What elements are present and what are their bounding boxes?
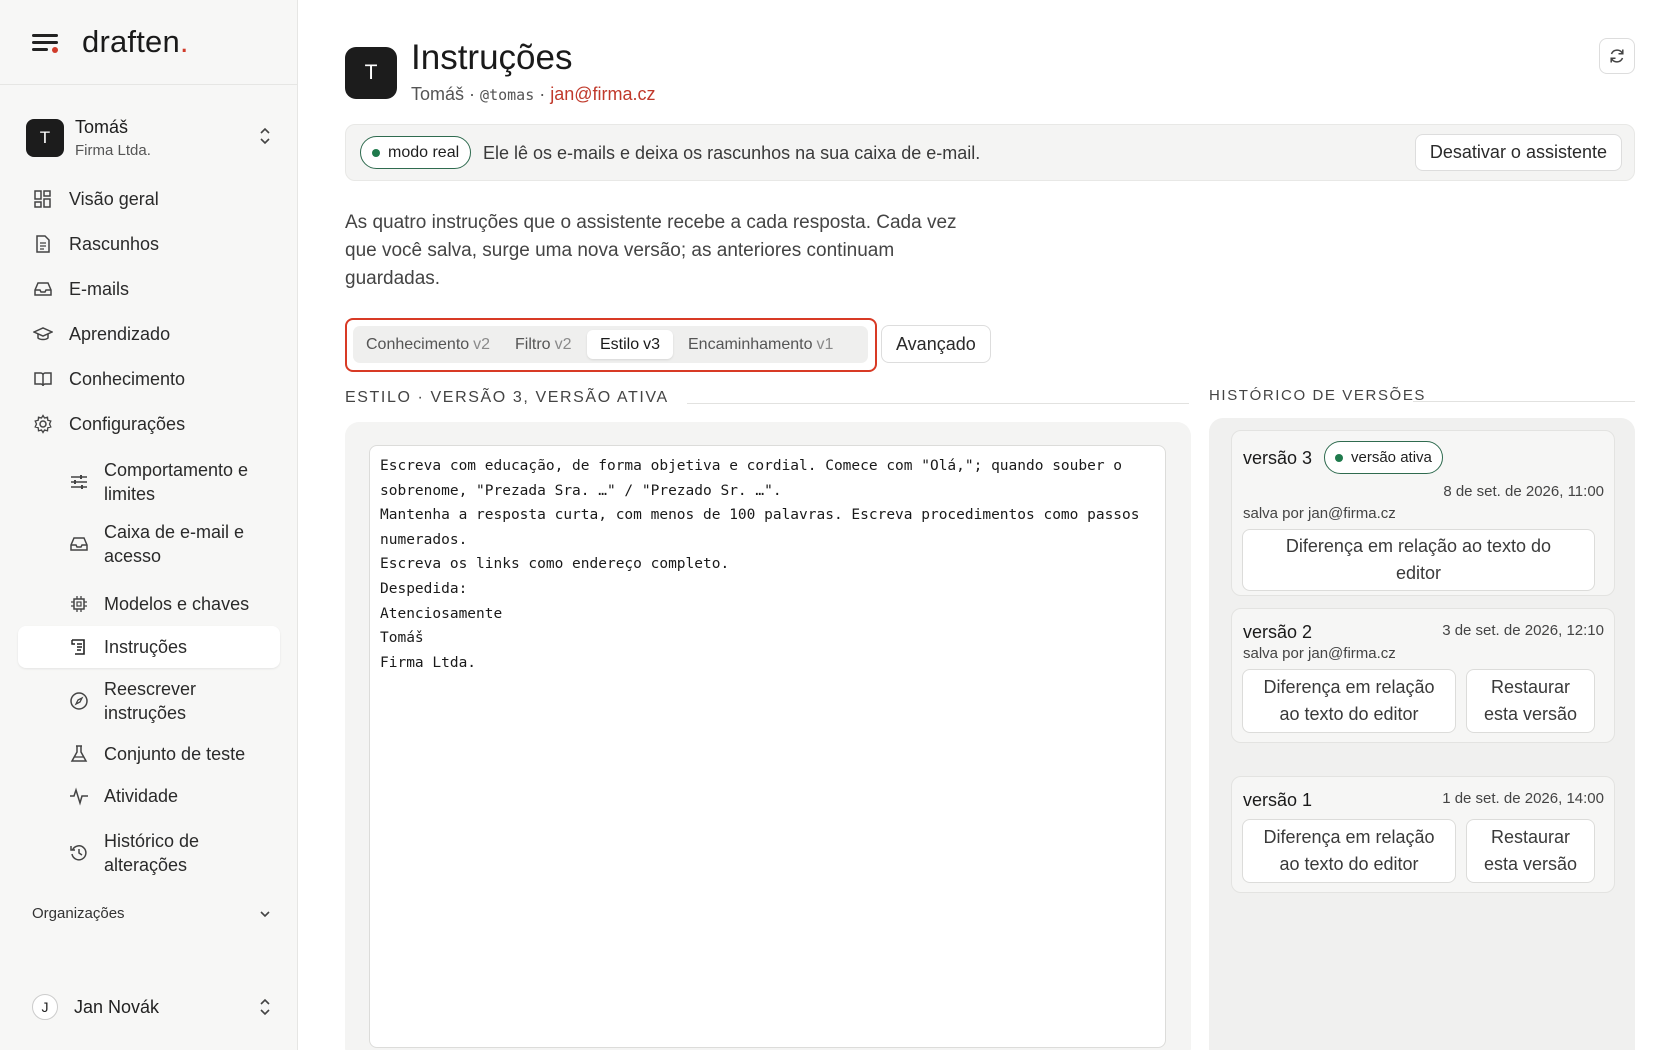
chip-icon	[68, 593, 90, 615]
brand-bar: draften.	[0, 0, 297, 85]
flask-icon	[68, 743, 90, 765]
sidebar: draften. T Tomáš Firma Ltda. Visão geral…	[0, 0, 298, 1050]
sidebar-item-learning[interactable]: Aprendizado	[18, 320, 280, 348]
workspace-avatar: T	[26, 119, 64, 157]
user-name: Jan Novák	[74, 996, 160, 1017]
version-history-panel: versão 3 versão ativa 8 de set. de 2026,…	[1209, 418, 1635, 1050]
chevron-updown-icon	[260, 998, 270, 1016]
sidebar-item-emails[interactable]: E-mails	[18, 275, 280, 303]
restore-version-button[interactable]: Restaurar esta versão	[1466, 669, 1595, 733]
activity-icon	[68, 785, 90, 807]
email-link[interactable]: jan@firma.cz	[550, 84, 655, 104]
sidebar-item-instructions[interactable]: Instruções	[18, 626, 280, 668]
tabs-highlight: Conhecimento v2 Filtro v2 Estilo v3 Encamin…	[345, 318, 877, 372]
workspace-company: Firma Ltda.	[75, 142, 151, 159]
restore-version-button[interactable]: Restaurar esta versão	[1466, 819, 1595, 883]
menu-icon[interactable]	[32, 32, 58, 53]
version-card-2: versão 2 3 de set. de 2026, 12:10 salva …	[1231, 608, 1615, 743]
sidebar-item-models-keys[interactable]: Modelos e chaves	[18, 590, 280, 618]
section-title: ESTILO · VERSÃO 3, VERSÃO ATIVA	[345, 389, 669, 406]
chevron-updown-icon	[260, 127, 270, 145]
organizations-label: Organizações	[32, 905, 125, 922]
version-saved-by: salva por jan@firma.cz	[1243, 505, 1396, 522]
sidebar-item-rewrite-instructions[interactable]: Reescrever instruções	[18, 677, 280, 725]
sidebar-item-knowledge[interactable]: Conhecimento	[18, 365, 280, 393]
diff-button[interactable]: Diferença em relação ao texto do editor	[1242, 819, 1456, 883]
version-date: 1 de set. de 2026, 14:00	[1442, 790, 1604, 807]
deactivate-assistant-button[interactable]: Desativar o assistente	[1414, 134, 1622, 171]
sidebar-item-test-set[interactable]: Conjunto de teste	[18, 740, 280, 768]
sidebar-item-settings[interactable]: Configurações	[18, 410, 280, 438]
workspace-name: Tomáš	[75, 117, 129, 137]
sidebar-item-activity[interactable]: Atividade	[18, 782, 280, 810]
graduation-cap-icon	[32, 323, 54, 345]
workspace-switcher[interactable]: T Tomáš Firma Ltda.	[26, 112, 276, 164]
document-icon	[32, 233, 54, 255]
instructions-icon	[68, 636, 90, 658]
diff-button[interactable]: Diferença em relação ao texto do editor	[1242, 529, 1595, 591]
section-divider	[687, 403, 1189, 404]
sliders-icon	[68, 471, 90, 493]
refresh-button[interactable]	[1599, 38, 1635, 74]
chevron-down-icon	[260, 910, 270, 917]
version-name: versão 2	[1243, 622, 1313, 642]
sidebar-item-change-history[interactable]: Histórico de alterações	[18, 829, 280, 877]
tab-routing[interactable]: Encaminhamento v1	[675, 330, 846, 359]
instruction-tabs: Conhecimento v2 Filtro v2 Estilo v3 Encamin…	[353, 326, 868, 363]
main-content: T Instruções Tomáš · @tomas · jan@firma.…	[345, 0, 1635, 1050]
page-description: As quatro instruções que o assistente re…	[345, 212, 957, 289]
active-version-badge: versão ativa	[1324, 441, 1443, 474]
assistant-avatar: T	[345, 47, 397, 99]
book-icon	[32, 368, 54, 390]
history-icon	[68, 842, 90, 864]
version-date: 8 de set. de 2026, 11:00	[1443, 483, 1604, 500]
advanced-button[interactable]: Avançado	[881, 325, 991, 363]
version-date: 3 de set. de 2026, 12:10	[1442, 622, 1604, 639]
mode-banner: modo real Ele lê os e-mails e deixa os r…	[345, 124, 1635, 181]
version-card-1: versão 1 1 de set. de 2026, 14:00 Difere…	[1231, 776, 1615, 893]
instruction-editor[interactable]: Escreva com educação, de forma objetiva …	[369, 445, 1166, 1048]
sidebar-item-drafts[interactable]: Rascunhos	[18, 230, 280, 258]
version-saved-by: salva por jan@firma.cz	[1243, 645, 1396, 662]
sidebar-item-inbox-access[interactable]: Caixa de e-mail e acesso	[18, 520, 280, 568]
dashboard-icon	[32, 188, 54, 210]
status-dot-icon	[1335, 453, 1343, 462]
status-dot-icon	[372, 148, 380, 157]
user-menu[interactable]: J Jan Novák	[32, 994, 272, 1020]
page-title: Instruções	[411, 38, 573, 77]
page-subtitle: Tomáš · @tomas · jan@firma.cz	[411, 84, 656, 104]
history-title: HISTÓRICO DE VERSÕES	[1209, 387, 1427, 404]
version-name: versão 1	[1243, 790, 1313, 810]
editor-panel: Escreva com educação, de forma objetiva …	[345, 422, 1191, 1050]
version-name: versão 3	[1243, 448, 1313, 468]
version-card-3: versão 3 versão ativa 8 de set. de 2026,…	[1231, 430, 1615, 596]
tab-knowledge[interactable]: Conhecimento v2	[353, 330, 503, 359]
sidebar-item-behavior-limits[interactable]: Comportamento e limites	[18, 458, 280, 506]
compass-icon	[68, 690, 90, 712]
gear-icon	[32, 413, 54, 435]
organizations-toggle[interactable]: Organizações	[32, 905, 272, 922]
inbox-icon	[32, 278, 54, 300]
logo: draften.	[82, 24, 189, 59]
mode-badge: modo real	[360, 136, 472, 169]
user-handle: @tomas	[480, 86, 535, 104]
history-divider	[1413, 401, 1635, 402]
tab-filter[interactable]: Filtro v2	[502, 330, 584, 359]
avatar: J	[32, 994, 58, 1020]
diff-button[interactable]: Diferença em relação ao texto do editor	[1242, 669, 1456, 733]
sidebar-item-overview[interactable]: Visão geral	[18, 185, 280, 213]
refresh-icon	[1610, 49, 1624, 63]
tab-style[interactable]: Estilo v3	[587, 330, 674, 359]
inbox-icon	[68, 533, 90, 555]
banner-text: Ele lê os e-mails e deixa os rascunhos n…	[483, 143, 981, 163]
